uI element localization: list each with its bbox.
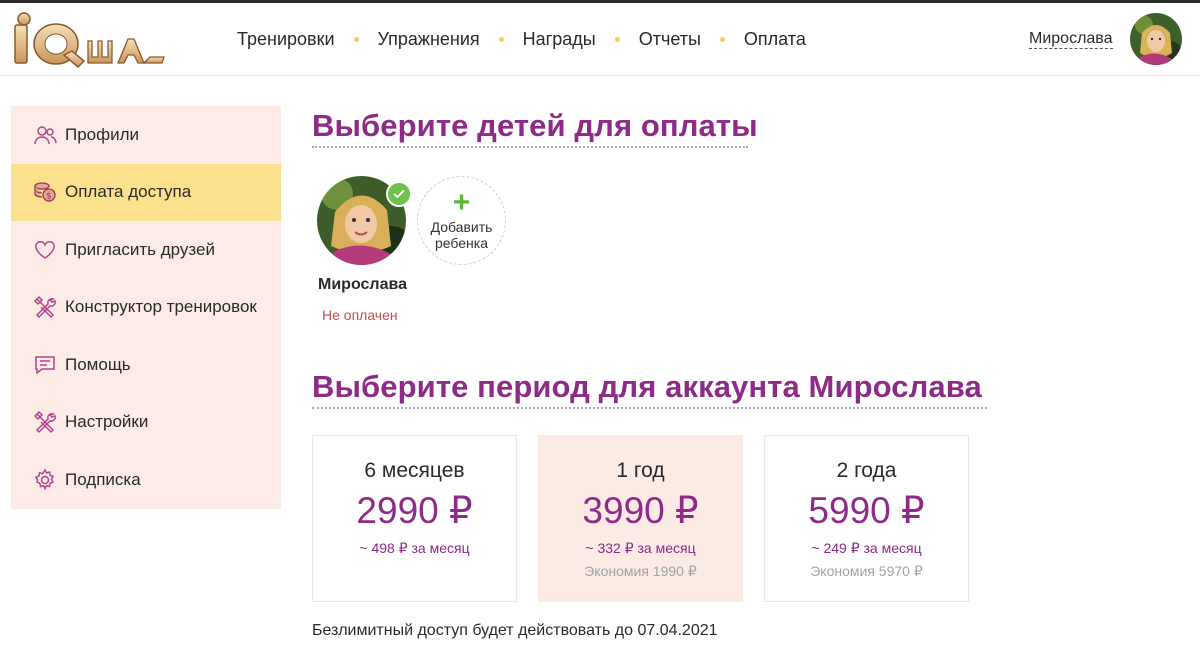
nav-separator: [719, 37, 725, 42]
nav-awards[interactable]: Награды: [523, 29, 596, 50]
nav-separator: [353, 37, 359, 42]
sidebar-item-label: Оплата доступа: [65, 182, 192, 202]
nav-separator: [498, 37, 504, 42]
children-title: Выберите детей для оплаты: [312, 108, 758, 143]
svg-text:$: $: [46, 192, 52, 202]
gear-icon: [33, 468, 57, 492]
sidebar-item-training-builder[interactable]: Конструктор тренировок: [11, 279, 281, 337]
sidebar-item-label: Конструктор тренировок: [65, 297, 257, 317]
plan-card-1-year[interactable]: 1 год 3990 ₽ ~ 332 ₽ за месяц Экономия 1…: [538, 435, 743, 602]
heart-icon: [33, 238, 57, 262]
tools-icon: [33, 295, 57, 319]
coins-icon: $: [33, 180, 57, 204]
sidebar-item-label: Настройки: [65, 412, 149, 432]
plan-per-month: ~ 249 ₽ за месяц: [811, 540, 922, 556]
logo-graphic: [14, 12, 165, 69]
plan-per-month: ~ 332 ₽ за месяц: [585, 540, 696, 556]
tools-icon: [33, 410, 57, 434]
user-avatar[interactable]: [1130, 13, 1182, 65]
selected-check-icon: [386, 181, 412, 207]
users-icon: [33, 123, 57, 147]
title-underline: [312, 407, 987, 409]
user-name-link[interactable]: Мирослава: [1029, 30, 1113, 49]
child-name: Мирослава: [318, 276, 407, 293]
avatar-photo: [1130, 13, 1182, 65]
sidebar-item-label: Помощь: [65, 354, 131, 374]
plan-period: 6 месяцев: [364, 459, 465, 482]
sidebar-item-label: Профили: [65, 124, 140, 144]
plan-price: 5990 ₽: [808, 490, 925, 531]
plan-card-6-months[interactable]: 6 месяцев 2990 ₽ ~ 498 ₽ за месяц: [312, 435, 517, 602]
child-payment-status: Не оплачен: [322, 307, 398, 323]
sidebar-item-profiles[interactable]: Профили: [11, 106, 281, 164]
add-child-label-line2: ребенка: [434, 234, 488, 251]
plan-card-2-years[interactable]: 2 года 5990 ₽ ~ 249 ₽ за месяц Экономия …: [764, 435, 969, 602]
add-child-button[interactable]: + Добавить ребенка: [417, 176, 506, 265]
plan-price: 2990 ₽: [356, 490, 473, 531]
sidebar-item-label: Пригласить друзей: [65, 239, 215, 259]
site-header: Тренировки Упражнения Награды Отчеты Опл…: [0, 3, 1200, 76]
nav-trainings[interactable]: Тренировки: [237, 29, 335, 50]
nav-separator: [614, 37, 620, 42]
sidebar-item-payment-access[interactable]: $ Оплата доступа: [11, 163, 281, 221]
access-expiry-note: Безлимитный доступ будет действовать до …: [312, 622, 718, 639]
sidebar-item-settings[interactable]: Настройки: [11, 394, 281, 452]
plus-icon: +: [452, 185, 471, 219]
nav-reports[interactable]: Отчеты: [639, 29, 701, 50]
chat-icon: [33, 353, 57, 377]
sidebar-item-invite-friends[interactable]: Пригласить друзей: [11, 221, 281, 279]
plan-period: 2 года: [836, 459, 897, 482]
plan-saving: Экономия 1990 ₽: [584, 563, 697, 579]
nav-payment[interactable]: Оплата: [744, 29, 806, 50]
plan-price: 3990 ₽: [582, 490, 699, 531]
add-child-label-line1: Добавить: [430, 218, 493, 235]
site-logo[interactable]: [12, 11, 167, 69]
sidebar: Профили $ Оплата доступа Пригласить друз…: [11, 106, 281, 509]
sidebar-item-help[interactable]: Помощь: [11, 336, 281, 394]
title-underline: [312, 146, 748, 148]
plan-period: 1 год: [616, 459, 665, 482]
sidebar-item-label: Подписка: [65, 469, 141, 489]
plan-saving: Экономия 5970 ₽: [810, 563, 923, 579]
sidebar-item-subscription[interactable]: Подписка: [11, 451, 281, 509]
main-nav: Тренировки Упражнения Награды Отчеты Опл…: [237, 3, 806, 76]
plan-per-month: ~ 498 ₽ за месяц: [359, 540, 470, 556]
nav-exercises[interactable]: Упражнения: [378, 29, 480, 50]
period-title: Выберите период для аккаунта Мирослава: [312, 369, 982, 404]
